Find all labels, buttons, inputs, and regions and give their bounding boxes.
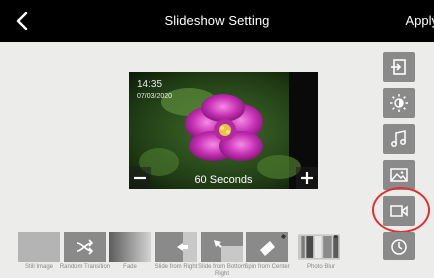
transition-slide-bottom-right[interactable]	[201, 232, 243, 262]
transition-label: Random Transition	[59, 264, 111, 270]
increase-duration-button[interactable]	[296, 167, 318, 189]
music-icon	[391, 130, 406, 147]
transition-label: Spin from Center	[244, 264, 290, 270]
slideshow-preview: 14:35 07/03/2020 60 Seconds	[129, 72, 318, 189]
page-title: Slideshow Setting	[164, 13, 270, 28]
image-button[interactable]	[383, 160, 415, 190]
music-button[interactable]	[383, 124, 415, 154]
transition-label: Slide from Right	[154, 264, 198, 270]
transition-fade[interactable]	[109, 232, 151, 262]
transition-label: Still Image	[24, 264, 53, 270]
clock-button[interactable]	[383, 232, 415, 260]
top-bar: Slideshow Setting Apply	[0, 0, 434, 42]
transition-random[interactable]	[64, 232, 106, 262]
exit-button[interactable]	[383, 52, 415, 82]
highlight-ring	[372, 187, 430, 233]
transition-slide-right[interactable]	[155, 232, 197, 262]
transition-still-image[interactable]	[18, 232, 60, 262]
transition-spin-center[interactable]	[246, 232, 288, 262]
exit-icon	[391, 59, 406, 75]
plus-icon	[301, 172, 313, 184]
transition-label: Photo Blur	[306, 264, 336, 270]
clock-icon	[391, 239, 407, 255]
brightness-button[interactable]	[383, 88, 415, 118]
transition-label: Fade	[123, 264, 137, 270]
apply-button[interactable]: Apply	[405, 13, 434, 28]
duration-label: 60 Seconds	[194, 174, 253, 186]
transition-photo-blur[interactable]	[298, 232, 340, 262]
clock-date: 07/03/2020	[137, 93, 173, 100]
brightness-icon	[390, 94, 408, 112]
clock-time: 14:35	[137, 79, 163, 90]
image-icon	[390, 168, 408, 182]
